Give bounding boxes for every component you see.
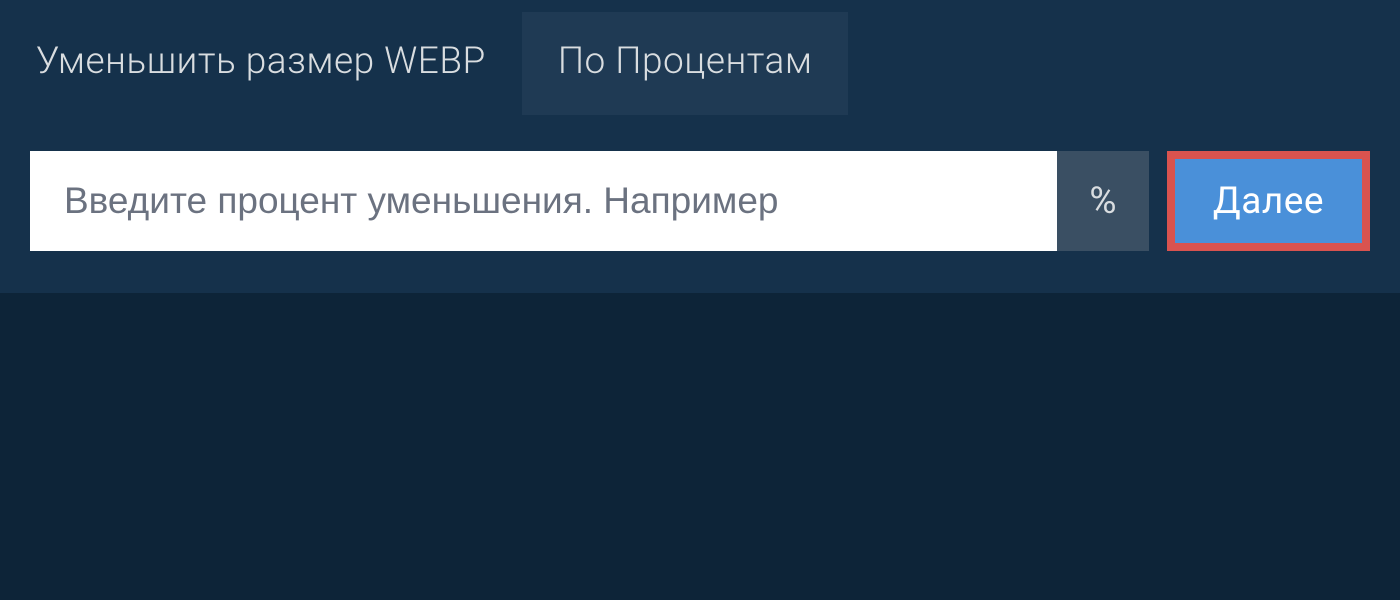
- tabs-container: Уменьшить размер WEBP По Процентам: [0, 0, 1400, 115]
- percent-unit-label: %: [1057, 151, 1149, 251]
- percent-input[interactable]: [30, 151, 1057, 251]
- tab-by-percent[interactable]: По Процентам: [522, 12, 849, 115]
- tab-resize-webp[interactable]: Уменьшить размер WEBP: [0, 12, 522, 115]
- next-button[interactable]: Далее: [1167, 151, 1370, 251]
- resize-panel: Уменьшить размер WEBP По Процентам % Дал…: [0, 0, 1400, 293]
- percent-form-row: % Далее: [0, 115, 1400, 293]
